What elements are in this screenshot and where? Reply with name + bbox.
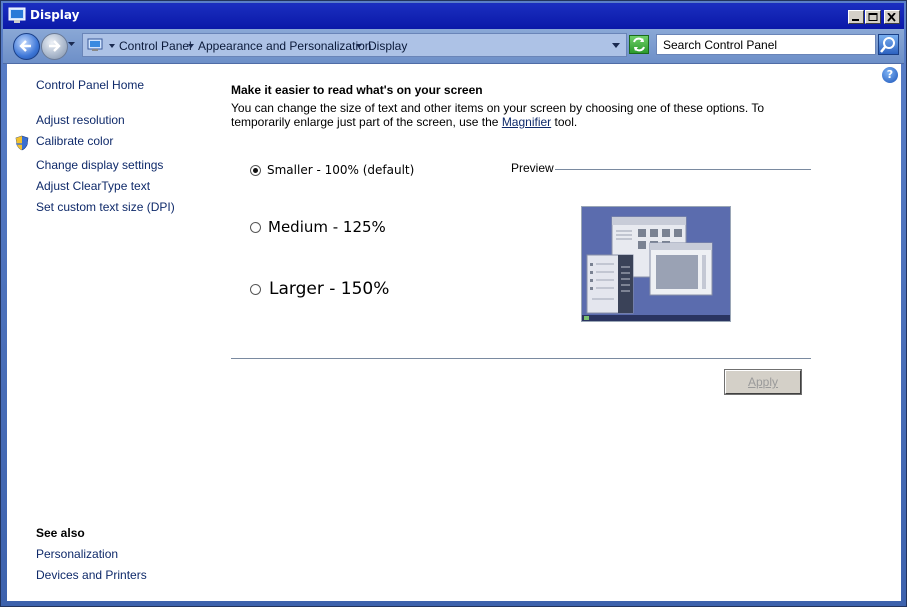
content-area: Control Panel Home Adjust resolution Cal… (7, 64, 901, 601)
preview-divider (555, 169, 811, 170)
refresh-icon (633, 37, 645, 52)
address-bar[interactable]: Control Panel Appearance and Personaliza… (82, 33, 627, 57)
back-button[interactable] (13, 33, 40, 60)
maximize-button[interactable] (865, 10, 881, 24)
sidebar-link-adjust-resolution[interactable]: Adjust resolution (36, 113, 125, 127)
radio-larger[interactable] (250, 284, 261, 295)
navigation-bar: Control Panel Appearance and Personaliza… (3, 29, 904, 64)
page-description: You can change the size of text and othe… (231, 101, 811, 129)
breadcrumb-arrow-icon[interactable] (109, 44, 115, 48)
sidebar-link-control-panel-home[interactable]: Control Panel Home (36, 78, 144, 92)
preview-image (581, 206, 731, 322)
window-title: Display (30, 8, 80, 22)
option-medium-label[interactable]: Medium - 125% (268, 218, 386, 236)
see-also-link-personalization[interactable]: Personalization (36, 547, 118, 561)
search-button[interactable] (878, 34, 899, 55)
history-dropdown-icon[interactable] (68, 42, 75, 47)
apply-button[interactable]: Apply (724, 369, 802, 395)
search-input[interactable]: Search Control Panel (656, 34, 876, 55)
option-smaller-label[interactable]: Smaller - 100% (default) (267, 163, 414, 177)
minimize-button[interactable] (848, 10, 864, 24)
refresh-button[interactable] (629, 35, 649, 54)
see-also-heading: See also (36, 526, 85, 540)
close-icon (887, 13, 896, 22)
sidebar-link-change-display-settings[interactable]: Change display settings (36, 158, 163, 172)
minimize-icon (852, 19, 859, 21)
uac-shield-icon (15, 135, 29, 151)
sidebar-link-custom-dpi[interactable]: Set custom text size (DPI) (36, 200, 175, 214)
display-window: Display Control Panel Appearance and Per… (0, 0, 907, 607)
magnifier-link[interactable]: Magnifier (502, 115, 551, 129)
display-icon (8, 7, 26, 23)
title-bar: Display (3, 3, 904, 29)
breadcrumb-display[interactable]: Display (368, 39, 407, 53)
close-button[interactable] (884, 10, 900, 24)
back-arrow-icon (19, 40, 31, 52)
maximize-icon (868, 13, 878, 21)
sidebar-link-calibrate-color[interactable]: Calibrate color (36, 134, 113, 148)
control-panel-icon (87, 38, 103, 51)
sidebar-link-adjust-cleartype[interactable]: Adjust ClearType text (36, 179, 150, 193)
preview-label: Preview (511, 161, 554, 175)
forward-arrow-icon (49, 40, 61, 52)
breadcrumb-appearance[interactable]: Appearance and Personalization (198, 39, 371, 53)
preview-screen-icon (582, 207, 730, 321)
search-placeholder: Search Control Panel (663, 38, 778, 52)
radio-smaller[interactable] (250, 165, 261, 176)
radio-medium[interactable] (250, 222, 261, 233)
description-text: You can change the size of text and othe… (231, 101, 765, 129)
page-heading: Make it easier to read what's on your sc… (231, 83, 483, 97)
address-dropdown-icon[interactable] (612, 43, 620, 48)
option-larger-label[interactable]: Larger - 150% (269, 279, 389, 299)
breadcrumb-control-panel[interactable]: Control Panel (119, 39, 192, 53)
search-icon (880, 37, 895, 53)
breadcrumb-arrow-icon[interactable] (356, 44, 362, 48)
breadcrumb-arrow-icon[interactable] (188, 44, 194, 48)
help-icon[interactable]: ? (882, 67, 898, 83)
description-text-end: tool. (551, 115, 578, 129)
section-divider (231, 358, 811, 359)
forward-button[interactable] (41, 33, 68, 60)
see-also-link-devices-printers[interactable]: Devices and Printers (36, 568, 147, 582)
